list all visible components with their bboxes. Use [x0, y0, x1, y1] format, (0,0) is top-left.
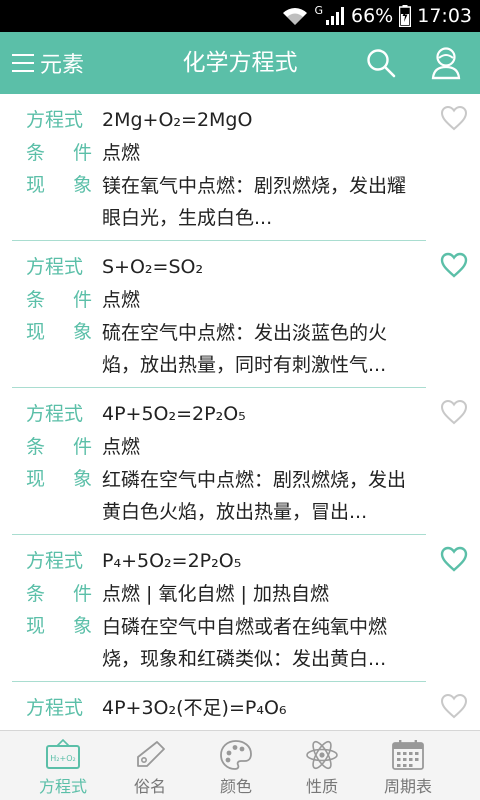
tab-label: 俗名 — [133, 777, 166, 796]
list-item[interactable]: 方程式 2Mg+O₂=2MgO 条件 点燃 现象 镁在氧气中点燃：剧烈燃烧，发出… — [0, 94, 480, 241]
clock: 17:03 — [417, 5, 472, 27]
app-bar: 元素 化学方程式 — [0, 32, 480, 94]
equation-label: 方程式 — [26, 550, 84, 572]
list-item[interactable]: 方程式 S+O₂=SO₂ 条件 点燃 现象 硫在空气中点燃：发出淡蓝色的火焰，放… — [0, 241, 480, 388]
menu-button[interactable]: 元素 — [12, 32, 84, 94]
palette-icon — [220, 740, 252, 770]
phenomenon-label: 现象 — [26, 174, 92, 196]
menu-icon — [12, 54, 34, 72]
phenomenon-label: 现象 — [26, 321, 92, 343]
battery-icon — [399, 5, 412, 27]
tag-icon — [137, 741, 165, 767]
menu-label: 元素 — [40, 53, 85, 78]
tab-label: 方程式 — [38, 777, 87, 796]
condition-text: 点燃 — [102, 142, 141, 164]
equation-label: 方程式 — [26, 109, 84, 131]
equation-text: P₄+5O₂=2P₂O₅ — [102, 550, 242, 572]
calendar-icon — [392, 740, 424, 770]
search-icon[interactable] — [366, 48, 396, 78]
status-bar: G 66% 17:03 — [0, 0, 480, 32]
user-icon[interactable] — [430, 46, 462, 80]
wifi-icon — [283, 8, 308, 25]
tab-label: 周期表 — [383, 777, 432, 796]
heart-icon[interactable] — [440, 693, 468, 719]
tab-label: 颜色 — [219, 777, 252, 796]
phenomenon-text: 硫在空气中点燃：发出淡蓝色的火焰，放出热量，同时有刺激性气... — [102, 322, 388, 376]
bottom-tab-bar: H₂+O₂ 方程式 俗名 颜色 性质 周期表 — [0, 730, 480, 800]
list-item[interactable]: 方程式 4P+3O₂(不足)=P₄O₆ — [0, 682, 480, 730]
phenomenon-text: 白磷在空气中自燃或者在纯氧中燃烧，现象和红磷类似：发出黄白... — [102, 616, 388, 670]
equation-text: 2Mg+O₂=2MgO — [102, 109, 253, 131]
heart-icon[interactable] — [440, 252, 468, 278]
phenomenon-label: 现象 — [26, 468, 92, 490]
atom-icon — [306, 740, 338, 770]
tab-properties[interactable]: 性质 — [279, 731, 365, 800]
tab-color[interactable]: 颜色 — [193, 731, 279, 800]
svg-text:H₂+O₂: H₂+O₂ — [50, 754, 75, 763]
tab-periodic-table[interactable]: 周期表 — [365, 731, 451, 800]
phenomenon-text: 镁在氧气中点燃：剧烈燃烧，发出耀眼白光，生成白色... — [102, 175, 407, 229]
equation-text: 4P+5O₂=2P₂O₅ — [102, 403, 246, 425]
heart-icon[interactable] — [440, 105, 468, 131]
heart-icon[interactable] — [440, 546, 468, 572]
condition-text: 点燃 | 氧化自燃 | 加热自燃 — [102, 583, 329, 605]
tab-equation[interactable]: H₂+O₂ 方程式 — [20, 731, 106, 800]
condition-label: 条件 — [26, 583, 92, 605]
equation-board-icon: H₂+O₂ — [46, 739, 80, 769]
tab-label: 性质 — [305, 777, 338, 796]
equation-label: 方程式 — [26, 697, 84, 719]
network-type: G — [314, 4, 323, 17]
heart-icon[interactable] — [440, 399, 468, 425]
signal-icon — [326, 7, 344, 25]
condition-label: 条件 — [26, 142, 92, 164]
condition-label: 条件 — [26, 436, 92, 458]
list-item[interactable]: 方程式 P₄+5O₂=2P₂O₅ 条件 点燃 | 氧化自燃 | 加热自燃 现象 … — [0, 535, 480, 682]
phenomenon-label: 现象 — [26, 615, 92, 637]
equation-list[interactable]: 方程式 2Mg+O₂=2MgO 条件 点燃 现象 镁在氧气中点燃：剧烈燃烧，发出… — [0, 94, 480, 730]
condition-label: 条件 — [26, 289, 92, 311]
condition-text: 点燃 — [102, 289, 141, 311]
battery-level: 66% — [351, 5, 394, 27]
tab-common-name[interactable]: 俗名 — [107, 731, 193, 800]
equation-text: 4P+3O₂(不足)=P₄O₆ — [102, 697, 287, 719]
status-indicators: G 66% 17:03 — [282, 0, 472, 32]
list-item[interactable]: 方程式 4P+5O₂=2P₂O₅ 条件 点燃 现象 红磷在空气中点燃：剧烈燃烧，… — [0, 388, 480, 535]
equation-text: S+O₂=SO₂ — [102, 256, 204, 278]
condition-text: 点燃 — [102, 436, 141, 458]
phenomenon-text: 红磷在空气中点燃：剧烈燃烧，发出黄白色火焰，放出热量，冒出... — [102, 469, 407, 523]
equation-label: 方程式 — [26, 256, 84, 278]
equation-label: 方程式 — [26, 403, 84, 425]
